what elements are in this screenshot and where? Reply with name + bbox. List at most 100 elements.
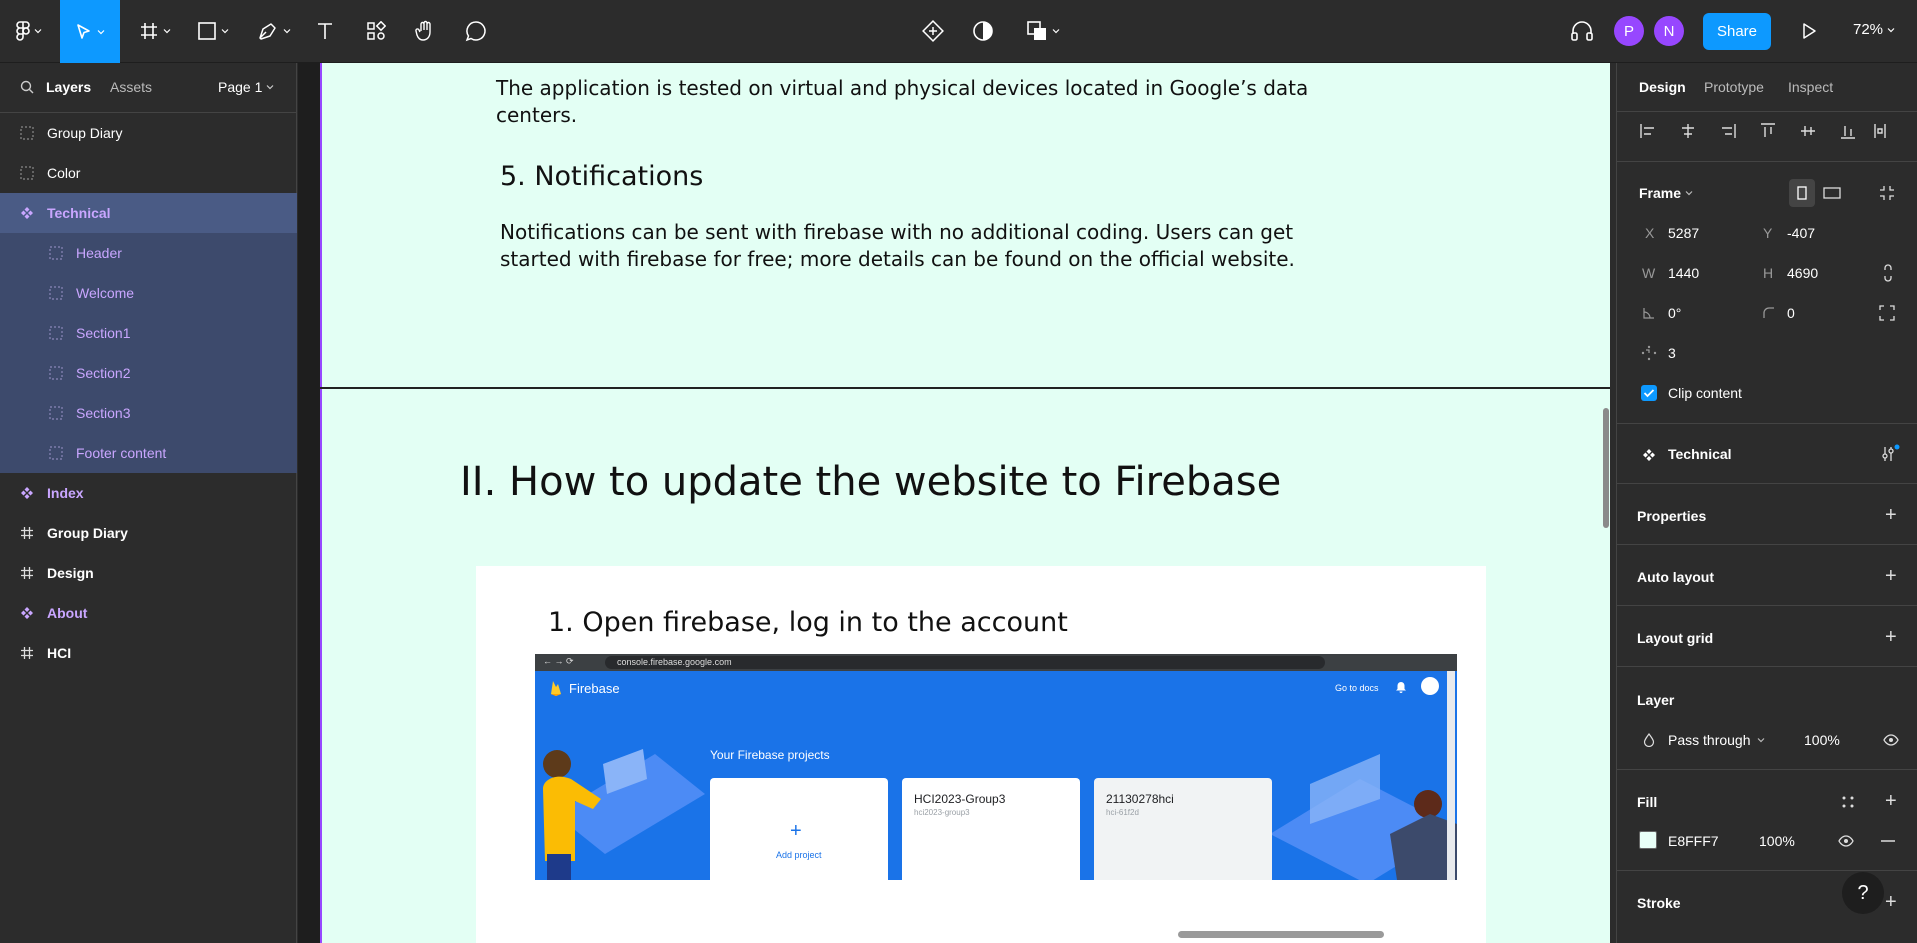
tab-design[interactable]: Design xyxy=(1639,79,1686,95)
layer-row[interactable]: Group Diary xyxy=(0,513,297,553)
layer-label: Header xyxy=(76,245,122,261)
component-settings-icon[interactable] xyxy=(1881,444,1901,464)
layer-row[interactable]: HCI xyxy=(0,633,297,673)
layer-label: HCI xyxy=(47,645,72,661)
layer-row[interactable]: Section2 xyxy=(0,353,297,393)
fill-hex-input[interactable]: E8FFF7 xyxy=(1668,833,1719,849)
add-property-button[interactable]: + xyxy=(1885,504,1897,527)
w-label: W xyxy=(1642,265,1656,281)
hand-icon xyxy=(415,20,431,41)
present-button[interactable] xyxy=(1796,8,1822,54)
project-name: HCI2023-Group3 xyxy=(914,792,1006,806)
search-icon[interactable] xyxy=(20,80,34,94)
layer-row[interactable]: Group Diary xyxy=(0,113,297,153)
fill-swatch[interactable] xyxy=(1639,831,1657,849)
tab-assets[interactable]: Assets xyxy=(110,79,152,95)
page-selector[interactable]: Page 1 xyxy=(218,79,274,95)
portrait-button[interactable] xyxy=(1789,179,1815,207)
independent-corners-icon[interactable] xyxy=(1879,305,1895,321)
corner-radius-input[interactable]: 0 xyxy=(1787,305,1795,321)
comment-icon xyxy=(465,21,486,42)
rotation-input[interactable]: 0° xyxy=(1668,305,1681,321)
spacing-input[interactable]: 3 xyxy=(1668,345,1676,361)
avatar[interactable]: P xyxy=(1614,16,1644,46)
x-input[interactable]: 5287 xyxy=(1668,225,1699,241)
layer-row[interactable]: About xyxy=(0,593,297,633)
section-icon xyxy=(49,446,63,460)
layout-grid-label: Layout grid xyxy=(1637,630,1714,646)
add-auto-layout-button[interactable]: + xyxy=(1885,565,1897,588)
chevron-down-icon xyxy=(1052,29,1060,34)
remove-fill-icon[interactable] xyxy=(1881,840,1895,842)
horizontal-scrollbar[interactable] xyxy=(1178,931,1384,938)
layer-row-selected[interactable]: Technical xyxy=(0,193,297,233)
text-tool-button[interactable] xyxy=(312,8,338,54)
layer-label: Welcome xyxy=(76,285,135,301)
add-fill-button[interactable]: + xyxy=(1885,790,1897,813)
component-name: Technical xyxy=(1668,446,1732,462)
layer-row[interactable]: Welcome xyxy=(0,273,297,313)
y-input[interactable]: -407 xyxy=(1787,225,1815,241)
vertical-scrollbar[interactable] xyxy=(1603,408,1609,528)
boolean-ops-button[interactable] xyxy=(1022,8,1064,54)
move-tool-button[interactable] xyxy=(60,0,120,63)
tab-layers[interactable]: Layers xyxy=(46,79,91,95)
layer-opacity-input[interactable]: 100% xyxy=(1804,732,1840,748)
chevron-down-icon xyxy=(97,29,105,34)
h-input[interactable]: 4690 xyxy=(1787,265,1818,281)
y-label: Y xyxy=(1763,225,1773,241)
project-name: 21130278hci xyxy=(1106,792,1174,806)
layer-row[interactable]: Section3 xyxy=(0,393,297,433)
resources-button[interactable] xyxy=(364,8,388,54)
layer-row[interactable]: Color xyxy=(0,153,297,193)
blend-mode-value: Pass through xyxy=(1668,732,1751,748)
eye-icon[interactable] xyxy=(1883,734,1899,746)
style-grid-icon[interactable] xyxy=(1841,795,1855,809)
tab-inspect[interactable]: Inspect xyxy=(1788,79,1833,95)
project-card: HCI2023-Group3 hci2023-group3 xyxy=(902,778,1080,880)
contrast-toggle-button[interactable] xyxy=(970,8,996,54)
contrast-icon xyxy=(973,21,993,41)
audio-button[interactable] xyxy=(1568,8,1596,54)
shape-tool-button[interactable] xyxy=(192,8,234,54)
main-menu-button[interactable] xyxy=(8,8,50,54)
headphones-icon xyxy=(1571,21,1593,41)
help-button[interactable]: ? xyxy=(1842,872,1884,914)
eye-icon[interactable] xyxy=(1838,835,1854,847)
pen-tool-button[interactable] xyxy=(252,8,296,54)
clip-content-checkbox[interactable] xyxy=(1641,385,1657,401)
landscape-icon[interactable] xyxy=(1823,187,1841,199)
blend-mode-select[interactable]: Pass through xyxy=(1668,732,1765,748)
alignment-icon[interactable] xyxy=(1639,121,1889,141)
add-project-card: + Add project xyxy=(710,778,888,880)
layer-row[interactable]: Index xyxy=(0,473,297,513)
layer-label: Color xyxy=(47,165,81,181)
add-stroke-button[interactable]: + xyxy=(1885,891,1897,914)
tab-prototype[interactable]: Prototype xyxy=(1704,79,1764,95)
layer-row[interactable]: Header xyxy=(0,233,297,273)
browser-url: console.firebase.google.com xyxy=(605,656,1325,669)
add-layout-grid-button[interactable]: + xyxy=(1885,626,1897,649)
text-icon xyxy=(318,23,332,39)
layer-row[interactable]: Footer content xyxy=(0,433,297,473)
resize-to-fit-icon[interactable] xyxy=(1879,185,1895,201)
fill-opacity-input[interactable]: 100% xyxy=(1759,833,1795,849)
hand-tool-button[interactable] xyxy=(412,8,438,54)
component-tool-button[interactable] xyxy=(920,8,946,54)
project-id: hci2023-group3 xyxy=(914,808,970,817)
zoom-menu[interactable]: 72% xyxy=(1853,21,1895,38)
constrain-proportions-icon[interactable] xyxy=(1883,264,1893,282)
frame-tool-button[interactable] xyxy=(134,8,176,54)
layer-row[interactable]: Section1 xyxy=(0,313,297,353)
avatar[interactable]: N xyxy=(1654,16,1684,46)
component-icon xyxy=(21,487,33,499)
frame-type-selector[interactable]: Frame xyxy=(1639,185,1693,201)
share-button[interactable]: Share xyxy=(1703,13,1771,50)
canvas[interactable]: The application is tested on virtual and… xyxy=(298,63,1610,943)
notifications-heading: 5. Notifications xyxy=(500,161,704,192)
layer-row[interactable]: Design xyxy=(0,553,297,593)
w-input[interactable]: 1440 xyxy=(1668,265,1699,281)
chevron-down-icon xyxy=(283,29,291,34)
comment-tool-button[interactable] xyxy=(463,8,489,54)
rectangle-icon xyxy=(198,22,216,40)
